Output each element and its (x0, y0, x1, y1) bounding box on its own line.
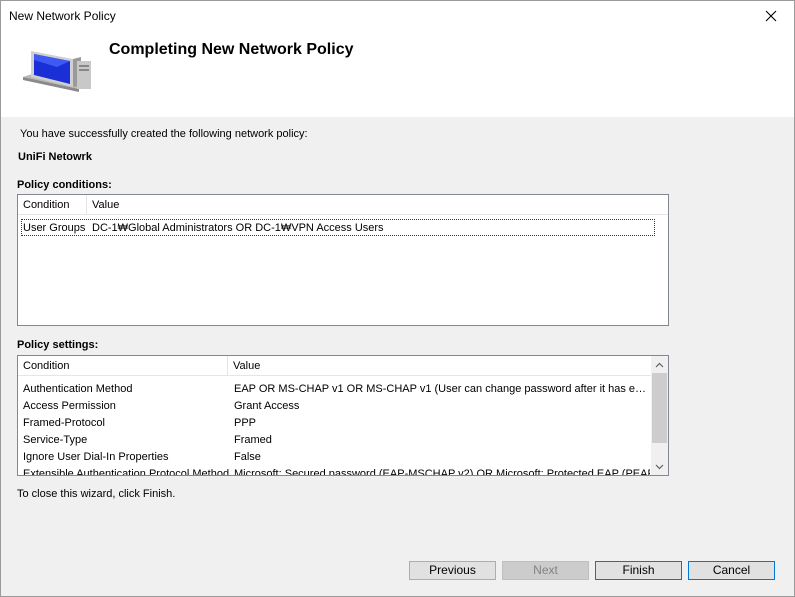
chevron-down-icon (655, 464, 664, 469)
intro-text: You have successfully created the follow… (20, 128, 308, 140)
next-button[interactable]: Next (502, 561, 589, 580)
scroll-thumb[interactable] (652, 373, 667, 443)
wizard-window: New Network Policy Completing New Networ… (0, 0, 795, 597)
close-button[interactable] (748, 1, 794, 31)
row-value: Framed (234, 434, 272, 446)
row-value: False (234, 451, 261, 463)
row-value: Grant Access (234, 400, 300, 412)
chevron-up-icon (655, 362, 664, 367)
conditions-label: Policy conditions: (17, 179, 112, 191)
conditions-list[interactable]: Condition Value User Groups DC-1₩Global … (17, 194, 669, 326)
title-bar: New Network Policy (1, 1, 794, 31)
wizard-footer: Previous Next Finish Cancel (1, 545, 794, 596)
scroll-up-button[interactable] (651, 356, 668, 373)
settings-label: Policy settings: (17, 339, 99, 351)
row-condition: Ignore User Dial-In Properties (23, 451, 169, 463)
window-title: New Network Policy (9, 9, 116, 23)
network-monitor-icon (23, 51, 91, 92)
table-row[interactable]: Ignore User Dial-In Properties False (18, 449, 652, 466)
row-condition: Authentication Method (23, 383, 133, 395)
row-condition: Service-Type (23, 434, 88, 446)
row-condition: Extensible Authentication Protocol Metho… (23, 468, 230, 476)
column-header-value[interactable]: Value (228, 356, 652, 376)
page-title: Completing New Network Policy (109, 41, 354, 58)
close-hint-text: To close this wizard, click Finish. (17, 488, 176, 500)
row-condition: User Groups (23, 222, 86, 234)
row-value: EAP OR MS-CHAP v1 OR MS-CHAP v1 (User ca… (234, 383, 650, 395)
cancel-button[interactable]: Cancel (688, 561, 775, 580)
table-row[interactable]: Access Permission Grant Access (18, 398, 652, 415)
table-row[interactable]: Framed-Protocol PPP (18, 415, 652, 432)
settings-scrollbar[interactable] (651, 356, 668, 475)
table-row[interactable]: Extensible Authentication Protocol Metho… (18, 466, 652, 476)
settings-list[interactable]: Condition Value Authentication Method EA… (17, 355, 669, 476)
conditions-header: Condition Value (18, 195, 668, 215)
table-row[interactable]: Authentication Method EAP OR MS-CHAP v1 … (18, 381, 652, 398)
policy-name: UniFi Netowrk (18, 151, 92, 163)
row-value: Microsoft: Secured password (EAP-MSCHAP … (234, 468, 650, 476)
column-header-condition[interactable]: Condition (18, 195, 87, 215)
column-header-value[interactable]: Value (87, 195, 668, 215)
close-icon (765, 10, 777, 22)
table-row[interactable]: User Groups DC-1₩Global Administrators O… (21, 219, 655, 236)
column-header-condition[interactable]: Condition (18, 356, 228, 376)
scroll-down-button[interactable] (651, 458, 668, 475)
settings-header: Condition Value (18, 356, 651, 376)
table-row[interactable]: Service-Type Framed (18, 432, 652, 449)
wizard-body: You have successfully created the follow… (1, 117, 794, 545)
finish-button[interactable]: Finish (595, 561, 682, 580)
previous-button[interactable]: Previous (409, 561, 496, 580)
row-condition: Access Permission (23, 400, 116, 412)
row-value: DC-1₩Global Administrators OR DC-1₩VPN A… (92, 222, 384, 234)
wizard-header: Completing New Network Policy (1, 31, 794, 117)
row-condition: Framed-Protocol (23, 417, 105, 429)
row-value: PPP (234, 417, 257, 429)
